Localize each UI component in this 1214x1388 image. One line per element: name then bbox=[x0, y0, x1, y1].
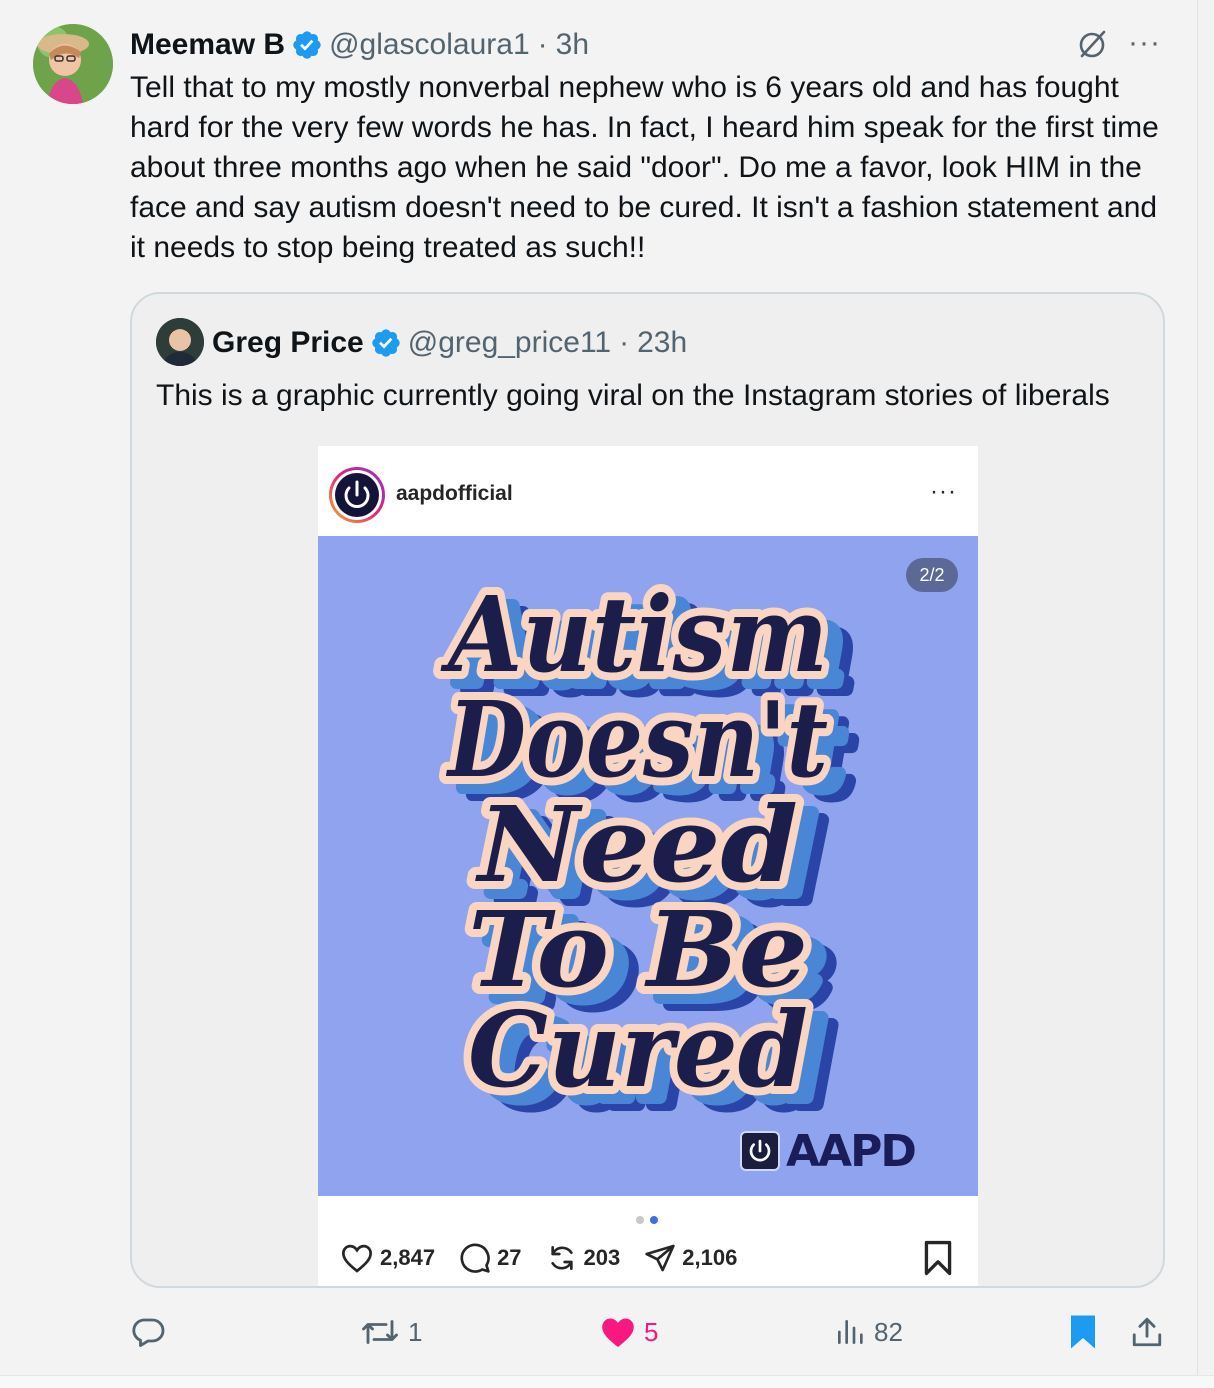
quoted-time[interactable]: 23h bbox=[637, 326, 687, 360]
tweet-actions: 1 5 82 bbox=[130, 1312, 1170, 1352]
verified-badge-icon bbox=[293, 31, 321, 59]
ig-share-count: 2,106 bbox=[682, 1245, 738, 1270]
quoted-tweet[interactable]: Greg Price @greg_price11 · 23h This is a… bbox=[130, 292, 1165, 1288]
aapd-profile-icon bbox=[329, 467, 385, 523]
aapd-logo: AAPD bbox=[740, 1125, 917, 1177]
ig-comment-count: 27 bbox=[497, 1245, 522, 1270]
ig-more-icon: ··· bbox=[930, 478, 957, 505]
ig-share: 2,106 bbox=[644, 1242, 737, 1274]
retweet-icon bbox=[362, 1320, 398, 1344]
grok-icon[interactable] bbox=[1074, 26, 1110, 62]
ig-username: aapdofficial bbox=[396, 482, 513, 505]
quoted-header: Greg Price @greg_price11 · 23h bbox=[212, 324, 687, 362]
like-button[interactable]: 5 bbox=[600, 1312, 658, 1352]
author-avatar[interactable] bbox=[33, 24, 113, 104]
carousel-dot bbox=[636, 1216, 644, 1224]
ig-like-count: 2,847 bbox=[380, 1245, 436, 1270]
heart-icon bbox=[341, 1244, 373, 1273]
share-button[interactable] bbox=[1130, 1312, 1172, 1352]
tweet-text: Tell that to my mostly nonverbal nephew … bbox=[130, 71, 1159, 264]
share-icon bbox=[1132, 1317, 1162, 1347]
author-handle[interactable]: @glascolaura1 bbox=[329, 28, 530, 62]
analytics-icon bbox=[838, 1320, 863, 1344]
quoted-text: This is a graphic currently going viral … bbox=[156, 379, 1110, 412]
quoted-author-avatar[interactable] bbox=[156, 318, 204, 366]
power-icon bbox=[740, 1131, 780, 1171]
view-count: 82 bbox=[874, 1316, 903, 1347]
ig-like: 2,847 bbox=[340, 1243, 435, 1273]
bookmark-filled-icon bbox=[1071, 1315, 1095, 1349]
separator-dot: · bbox=[619, 326, 630, 359]
separator-dot: · bbox=[537, 28, 548, 61]
author-name[interactable]: Meemaw B bbox=[130, 28, 285, 62]
views-button[interactable]: 82 bbox=[834, 1312, 903, 1352]
bottom-divider bbox=[0, 1375, 1214, 1388]
instagram-post-image[interactable]: aapdofficial ··· Autism Autism Autism Autis… bbox=[318, 446, 978, 1286]
comment-icon bbox=[460, 1243, 490, 1273]
quoted-author-handle[interactable]: @greg_price11 bbox=[408, 326, 611, 360]
like-count: 5 bbox=[644, 1316, 659, 1347]
ig-poster: Autism Autism Autism Autism Doesn't Doesn't Do… bbox=[318, 536, 978, 1196]
reply-icon bbox=[132, 1318, 165, 1347]
ig-repost-count: 203 bbox=[583, 1245, 621, 1270]
ig-comment: 27 bbox=[459, 1242, 522, 1274]
carousel-counter: 2/2 bbox=[906, 558, 958, 592]
poster-line: Cured bbox=[468, 988, 808, 1111]
carousel-dot-active bbox=[650, 1216, 658, 1224]
repost-count: 1 bbox=[408, 1316, 423, 1347]
poster-artwork: AutismAutismAutismAutismDoesn'tDoesn'tDo… bbox=[432, 565, 861, 1136]
tweet-header: Meemaw B @glascolaura1 · 3h bbox=[130, 26, 589, 64]
quoted-author-name[interactable]: Greg Price bbox=[212, 326, 364, 360]
more-options-icon[interactable]: ··· bbox=[1128, 28, 1164, 58]
heart-filled-icon bbox=[602, 1318, 634, 1347]
ig-header: aapdofficial ··· bbox=[318, 446, 978, 536]
carousel-dots bbox=[636, 1216, 658, 1224]
repost-icon bbox=[550, 1246, 573, 1270]
tweet-time[interactable]: 3h bbox=[556, 28, 589, 62]
aapd-brand: AAPD bbox=[786, 1125, 917, 1177]
send-icon bbox=[645, 1244, 675, 1272]
ig-actions: 2,847 27 203 2,106 bbox=[340, 1238, 761, 1278]
verified-badge-icon bbox=[372, 329, 400, 357]
tweet[interactable]: Meemaw B @glascolaura1 · 3h ··· Tell tha… bbox=[0, 0, 1198, 1375]
bookmark-button[interactable] bbox=[1068, 1312, 1106, 1352]
save-icon bbox=[924, 1240, 952, 1276]
ig-repost: 203 bbox=[546, 1242, 621, 1274]
reply-button[interactable] bbox=[130, 1312, 174, 1352]
repost-button[interactable]: 1 bbox=[360, 1312, 422, 1352]
